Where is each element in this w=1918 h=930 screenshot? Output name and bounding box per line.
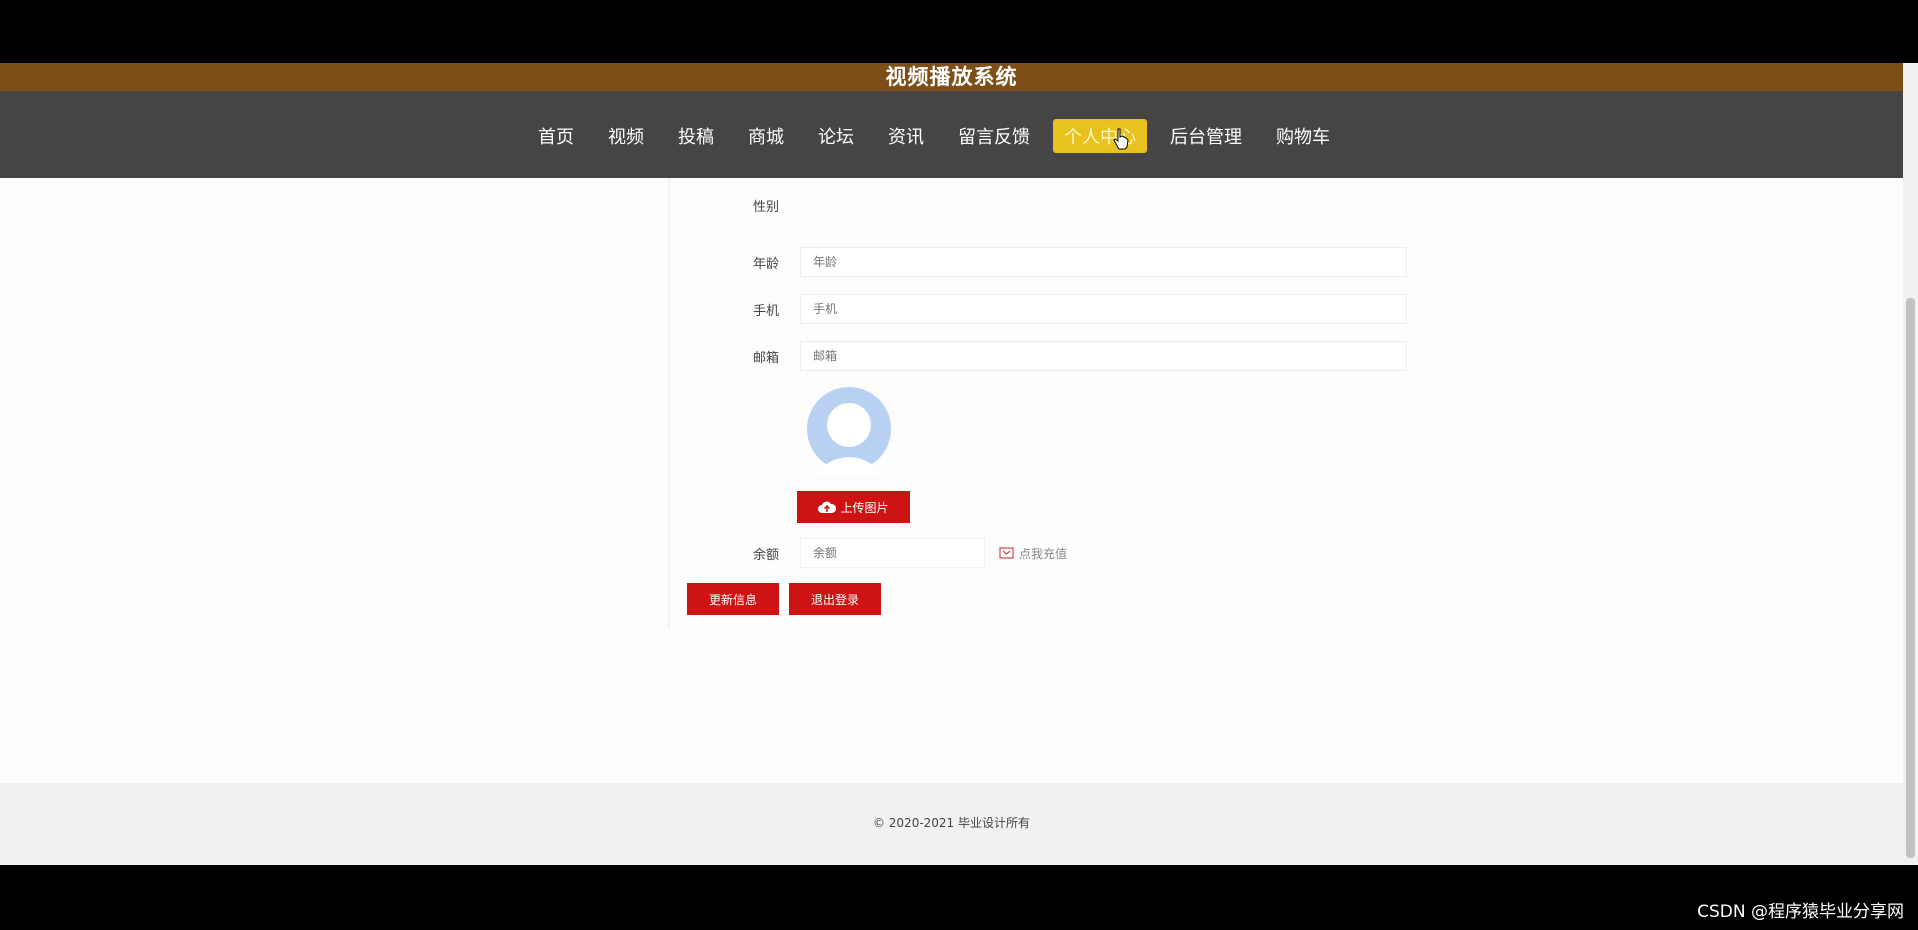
footer-copyright: © 2020-2021 毕业设计所有 (0, 783, 1903, 865)
watermark: CSDN @程序猿毕业分享网 (1697, 902, 1904, 922)
hand-cursor-icon (1113, 128, 1129, 150)
phone-input[interactable] (800, 294, 1407, 324)
nav-item-cart[interactable]: 购物车 (1265, 119, 1341, 153)
logout-button[interactable]: 退出登录 (789, 583, 881, 615)
gender-row: 性别 (753, 196, 800, 215)
update-info-button[interactable]: 更新信息 (687, 583, 779, 615)
nav-item-feedback[interactable]: 留言反馈 (947, 119, 1041, 153)
email-input[interactable] (800, 341, 1407, 371)
balance-row: 余额 点我充值 (753, 538, 1067, 568)
panel-divider (668, 178, 670, 628)
nav-items: 首页 视频 投稿 商城 论坛 资讯 留言反馈 个人中心 后台管理 购物车 (527, 119, 1353, 153)
phone-label: 手机 (753, 303, 780, 319)
nav-item-profile[interactable]: 个人中心 (1053, 119, 1147, 153)
age-label: 年龄 (753, 256, 780, 272)
upload-image-label: 上传图片 (840, 500, 889, 515)
balance-label: 余额 (753, 547, 780, 563)
recharge-link[interactable]: 点我充值 (999, 545, 1067, 562)
email-row: 邮箱 (753, 341, 1407, 371)
nav-item-submit[interactable]: 投稿 (667, 119, 725, 153)
email-label: 邮箱 (753, 350, 780, 366)
recharge-icon (999, 547, 1014, 559)
nav-item-home[interactable]: 首页 (527, 119, 585, 153)
balance-input[interactable] (800, 538, 985, 568)
browser-viewport: 视频播放系统 首页 视频 投稿 商城 论坛 资讯 留言反馈 个人中心 后台管理 … (0, 63, 1918, 865)
phone-row: 手机 (753, 294, 1407, 324)
cloud-upload-icon (818, 501, 837, 513)
age-row: 年龄 (753, 247, 1407, 277)
gender-label: 性别 (753, 200, 780, 215)
nav-item-admin[interactable]: 后台管理 (1159, 119, 1253, 153)
recharge-label: 点我充值 (1019, 546, 1068, 561)
scrollbar-thumb[interactable] (1906, 298, 1915, 858)
nav-item-news[interactable]: 资讯 (877, 119, 935, 153)
site-title: 视频播放系统 (0, 63, 1903, 91)
nav-item-forum[interactable]: 论坛 (807, 119, 865, 153)
upload-image-button[interactable]: 上传图片 (797, 491, 910, 523)
nav-item-shop[interactable]: 商城 (737, 119, 795, 153)
age-input[interactable] (800, 247, 1407, 277)
nav-item-video[interactable]: 视频 (597, 119, 655, 153)
avatar-placeholder-icon (807, 387, 891, 477)
